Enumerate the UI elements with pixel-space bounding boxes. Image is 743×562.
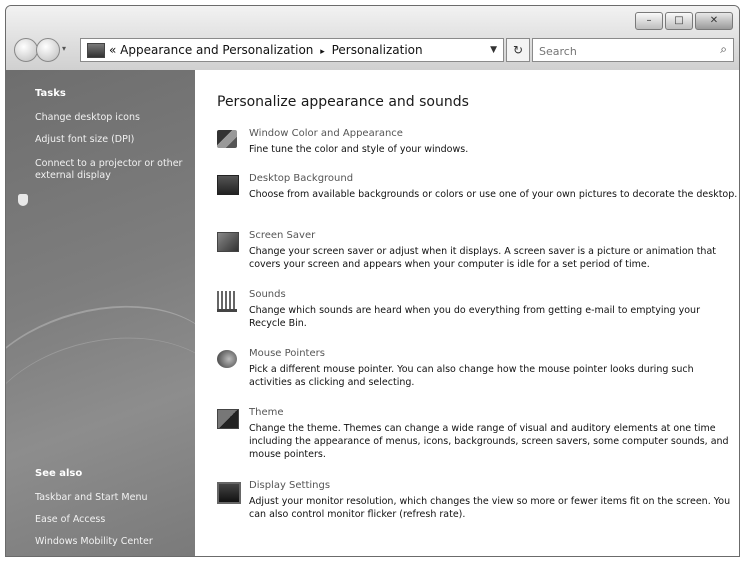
screen-saver-link[interactable]: Screen Saver: [249, 230, 315, 241]
close-button[interactable]: ✕: [695, 12, 733, 30]
window-color-link[interactable]: Window Color and Appearance: [249, 128, 403, 139]
task-connect-projector[interactable]: Connect to a projector or other external…: [35, 158, 185, 182]
theme-link[interactable]: Theme: [249, 407, 284, 418]
display-icon[interactable]: [217, 482, 241, 504]
address-bar[interactable]: « Appearance and Personalization ▸ Perso…: [80, 38, 504, 62]
uac-shield-icon: [18, 194, 28, 206]
mouse-pointer-icon[interactable]: [217, 350, 237, 368]
task-pane: Tasks Change desktop icons Adjust font s…: [6, 70, 251, 556]
window-color-description: Fine tune the color and style of your wi…: [249, 144, 469, 155]
see-also-taskbar-start-menu[interactable]: Taskbar and Start Menu: [35, 492, 147, 504]
mouse-pointers-link[interactable]: Mouse Pointers: [249, 348, 325, 359]
desktop-background-link[interactable]: Desktop Background: [249, 173, 353, 184]
page-title: Personalize appearance and sounds: [217, 94, 469, 110]
display-settings-link[interactable]: Display Settings: [249, 480, 330, 491]
refresh-button[interactable]: ↻: [506, 38, 530, 62]
breadcrumb-item-appearance[interactable]: Appearance and Personalization: [120, 43, 313, 57]
see-also-heading: See also: [35, 468, 83, 479]
see-also-ease-of-access[interactable]: Ease of Access: [35, 514, 105, 526]
sounds-link[interactable]: Sounds: [249, 289, 286, 300]
address-dropdown-icon[interactable]: ▼: [490, 39, 497, 61]
theme-icon[interactable]: [217, 409, 239, 429]
theme-description: Change the theme. Themes can change a wi…: [249, 423, 729, 460]
see-also-windows-mobility-center[interactable]: Windows Mobility Center: [35, 536, 153, 548]
desktop-background-description: Choose from available backgrounds or col…: [249, 189, 738, 200]
forward-button[interactable]: [36, 38, 60, 62]
window-controls: – □ ✕: [635, 12, 733, 30]
breadcrumb-item-personalization[interactable]: Personalization: [332, 43, 423, 57]
breadcrumb: « Appearance and Personalization ▸ Perso…: [109, 39, 423, 63]
desktop-background-icon[interactable]: [217, 175, 239, 195]
back-button[interactable]: [14, 38, 38, 62]
control-panel-icon: [87, 43, 105, 58]
sounds-icon[interactable]: [217, 291, 237, 312]
display-settings-description: Adjust your monitor resolution, which ch…: [249, 496, 731, 520]
screen-saver-description: Change your screen saver or adjust when …: [249, 246, 716, 270]
task-adjust-font-size[interactable]: Adjust font size (DPI): [35, 134, 134, 146]
tasks-heading: Tasks: [35, 88, 66, 99]
search-box[interactable]: ⌕: [532, 38, 734, 62]
navigation-bar: ▾ « Appearance and Personalization ▸ Per…: [12, 36, 734, 64]
recent-pages-dropdown-icon[interactable]: ▾: [62, 44, 66, 53]
search-icon[interactable]: ⌕: [720, 42, 727, 57]
breadcrumb-separator-icon[interactable]: ▸: [320, 47, 325, 57]
task-change-desktop-icons[interactable]: Change desktop icons: [35, 112, 140, 124]
sounds-description: Change which sounds are heard when you d…: [249, 305, 700, 329]
search-input[interactable]: [537, 42, 701, 60]
breadcrumb-overflow[interactable]: «: [109, 43, 116, 57]
mouse-pointers-description: Pick a different mouse pointer. You can …: [249, 364, 694, 388]
maximize-button[interactable]: □: [665, 12, 693, 30]
main-content: Personalize appearance and sounds Window…: [195, 70, 739, 556]
minimize-button[interactable]: –: [635, 12, 663, 30]
window-color-icon[interactable]: [217, 130, 237, 148]
personalization-window: – □ ✕ ▾ « Appearance and Personalization…: [5, 5, 740, 557]
title-bar: – □ ✕ ▾ « Appearance and Personalization…: [6, 6, 739, 70]
screen-saver-icon[interactable]: [217, 232, 239, 252]
